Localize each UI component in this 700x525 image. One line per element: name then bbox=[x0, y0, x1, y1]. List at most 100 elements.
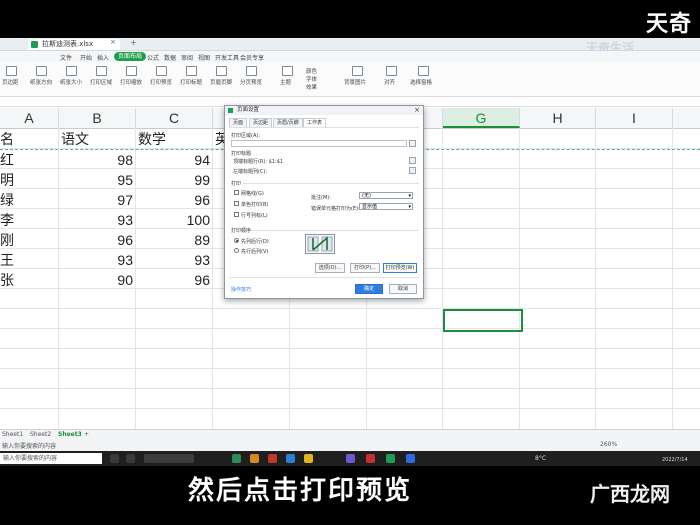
ribbon-colors[interactable]: 颜色 bbox=[306, 67, 317, 75]
ribbon-background[interactable]: 背景图片 bbox=[344, 78, 366, 86]
app-icon[interactable] bbox=[286, 454, 295, 463]
tab-header-footer[interactable]: 页眉/页脚 bbox=[273, 118, 303, 127]
cancel-button[interactable]: 取消 bbox=[389, 284, 417, 294]
close-tab-icon[interactable]: × bbox=[110, 38, 116, 46]
print-scale-icon[interactable] bbox=[126, 66, 137, 76]
paper-size-icon[interactable] bbox=[66, 66, 77, 76]
cell-math[interactable]: 96 bbox=[136, 270, 210, 290]
cell-chinese[interactable]: 93 bbox=[59, 250, 133, 270]
add-sheet-icon[interactable]: + bbox=[84, 431, 89, 438]
cell-chinese[interactable]: 90 bbox=[59, 270, 133, 290]
wps-icon[interactable] bbox=[366, 454, 375, 463]
cell-math[interactable]: 99 bbox=[136, 170, 210, 190]
tab-page[interactable]: 页面 bbox=[229, 118, 248, 127]
cell-chinese[interactable]: 98 bbox=[59, 150, 133, 170]
menu-file[interactable]: 文件 bbox=[60, 53, 72, 62]
menu-developer[interactable]: 开发工具 bbox=[215, 53, 239, 62]
order-down-radio[interactable] bbox=[234, 238, 239, 243]
cell-math[interactable]: 96 bbox=[136, 190, 210, 210]
cell-chinese[interactable]: 95 bbox=[59, 170, 133, 190]
ribbon-page-break[interactable]: 分页预览 bbox=[240, 78, 262, 86]
ok-button[interactable]: 确定 bbox=[355, 284, 383, 294]
selection-pane-icon[interactable] bbox=[418, 66, 429, 76]
cell-name[interactable]: 红 bbox=[0, 150, 14, 170]
print-preview-button[interactable]: 打印预览(W) bbox=[383, 263, 417, 273]
menu-insert[interactable]: 插入 bbox=[97, 53, 109, 62]
options-button[interactable]: 选项(O)... bbox=[315, 263, 345, 273]
orientation-icon[interactable] bbox=[36, 66, 47, 76]
header-name[interactable]: 名 bbox=[0, 129, 14, 149]
app-icon[interactable] bbox=[126, 454, 135, 463]
ribbon-theme[interactable]: 主题 bbox=[280, 78, 291, 86]
ribbon-align[interactable]: 对齐 bbox=[384, 78, 395, 86]
selected-cell[interactable] bbox=[443, 309, 523, 332]
tips-link[interactable]: 操作技巧 bbox=[231, 286, 251, 293]
ribbon-print-preview[interactable]: 打印预览 bbox=[150, 78, 172, 86]
sheet-tab-1[interactable]: Sheet1 bbox=[2, 431, 23, 438]
col-header-c[interactable]: C bbox=[136, 108, 213, 128]
ribbon-header-footer[interactable]: 页眉页脚 bbox=[210, 78, 232, 86]
cell-chinese[interactable]: 93 bbox=[59, 210, 133, 230]
cell-name[interactable]: 王 bbox=[0, 250, 14, 270]
cell-name[interactable]: 李 bbox=[0, 210, 14, 230]
app-icon[interactable] bbox=[268, 454, 277, 463]
menu-home[interactable]: 开始 bbox=[80, 53, 92, 62]
cell-name[interactable]: 明 bbox=[0, 170, 14, 190]
cell-math[interactable]: 100 bbox=[136, 210, 210, 230]
menu-formulas[interactable]: 公式 bbox=[147, 53, 159, 62]
edge-icon[interactable] bbox=[232, 454, 241, 463]
col-header-h[interactable]: H bbox=[520, 108, 596, 128]
theme-icon[interactable] bbox=[282, 66, 293, 76]
sheet-tab-3[interactable]: Sheet3 bbox=[58, 431, 82, 438]
task-view-icon[interactable] bbox=[110, 454, 119, 463]
cell-math[interactable]: 94 bbox=[136, 150, 210, 170]
ribbon-paper-size[interactable]: 纸张大小 bbox=[60, 78, 82, 86]
app-icon[interactable] bbox=[406, 454, 415, 463]
app-icon[interactable] bbox=[346, 454, 355, 463]
range-picker-icon[interactable] bbox=[409, 167, 416, 174]
menu-member[interactable]: 会员专享 bbox=[240, 53, 264, 62]
print-area-icon[interactable] bbox=[96, 66, 107, 76]
header-math[interactable]: 数学 bbox=[138, 129, 166, 149]
comments-select[interactable]: (无) ▾ bbox=[359, 192, 413, 199]
range-picker-icon[interactable] bbox=[409, 140, 416, 147]
tab-sheet[interactable]: 工作表 bbox=[303, 118, 327, 127]
close-icon[interactable]: × bbox=[414, 106, 420, 115]
header-footer-icon[interactable] bbox=[216, 66, 227, 76]
app-icon[interactable] bbox=[304, 454, 313, 463]
col-header-g[interactable]: G bbox=[443, 108, 520, 128]
new-tab-icon[interactable]: + bbox=[130, 38, 137, 47]
ribbon-print-titles[interactable]: 打印标题 bbox=[180, 78, 202, 86]
menu-view[interactable]: 视图 bbox=[198, 53, 210, 62]
rowcol-checkbox[interactable] bbox=[234, 212, 239, 217]
zoom-level[interactable]: 260% bbox=[600, 441, 617, 448]
margins-icon[interactable] bbox=[6, 66, 17, 76]
cell-math[interactable]: 89 bbox=[136, 230, 210, 250]
cell-name[interactable]: 刚 bbox=[0, 230, 14, 250]
print-preview-icon[interactable] bbox=[156, 66, 167, 76]
col-header-b[interactable]: B bbox=[59, 108, 136, 128]
cell-math[interactable]: 93 bbox=[136, 250, 210, 270]
gridlines-checkbox[interactable] bbox=[234, 190, 239, 195]
cell-name[interactable]: 张 bbox=[0, 270, 14, 290]
ribbon-selection-pane[interactable]: 选择窗格 bbox=[410, 78, 432, 86]
page-break-icon[interactable] bbox=[246, 66, 257, 76]
folder-icon[interactable] bbox=[250, 454, 259, 463]
app-window-icon[interactable] bbox=[144, 454, 194, 463]
sheet-tab-2[interactable]: Sheet2 bbox=[30, 431, 51, 438]
errors-select[interactable]: 显示值 ▾ bbox=[359, 203, 413, 210]
menu-page-layout[interactable]: 页面布局 bbox=[114, 52, 147, 61]
range-picker-icon[interactable] bbox=[409, 157, 416, 164]
wps-spreadsheet-icon[interactable] bbox=[386, 454, 395, 463]
ribbon-print-area[interactable]: 打印区域 bbox=[90, 78, 112, 86]
col-header-i[interactable]: I bbox=[596, 108, 673, 128]
ribbon-margins[interactable]: 页边距 bbox=[2, 78, 19, 86]
cell-name[interactable]: 绿 bbox=[0, 190, 14, 210]
print-area-field[interactable] bbox=[231, 140, 407, 147]
header-chinese[interactable]: 语文 bbox=[61, 129, 89, 149]
print-button[interactable]: 打印(P)... bbox=[350, 263, 380, 273]
cell-chinese[interactable]: 96 bbox=[59, 230, 133, 250]
ribbon-print-scale[interactable]: 打印缩放 bbox=[120, 78, 142, 86]
mono-checkbox[interactable] bbox=[234, 201, 239, 206]
order-over-radio[interactable] bbox=[234, 248, 239, 253]
